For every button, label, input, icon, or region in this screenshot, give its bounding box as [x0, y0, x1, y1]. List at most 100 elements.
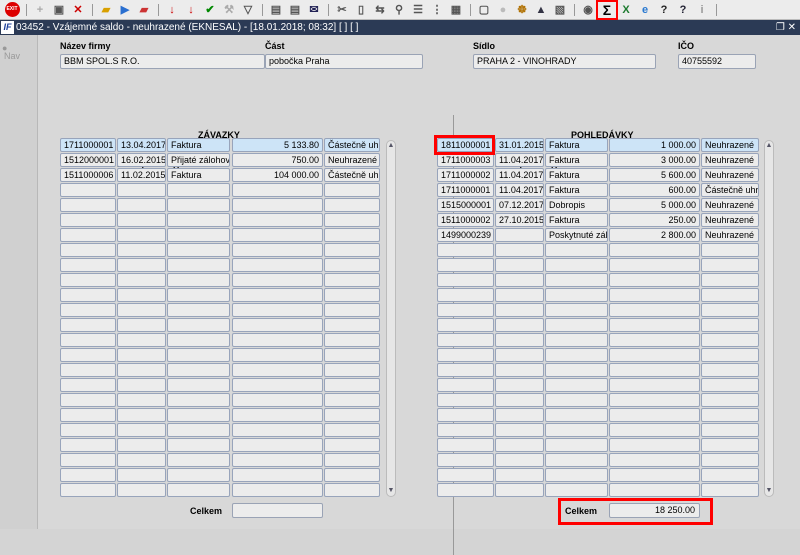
receivables-cell[interactable]: Částečně uhra: [701, 183, 759, 197]
liabilities-cell[interactable]: [232, 393, 323, 407]
liabilities-cell[interactable]: [324, 318, 380, 332]
receivables-cell[interactable]: [495, 348, 544, 362]
liabilities-cell[interactable]: [60, 453, 116, 467]
receivables-cell[interactable]: [609, 393, 700, 407]
scroll-up-icon[interactable]: ▲: [386, 140, 396, 152]
receivables-cell[interactable]: [609, 438, 700, 452]
liabilities-cell[interactable]: [117, 303, 166, 317]
receivables-cell[interactable]: [701, 348, 759, 362]
folder-delete-icon[interactable]: ▰: [135, 2, 153, 18]
liabilities-cell[interactable]: [324, 273, 380, 287]
liabilities-cell[interactable]: [117, 243, 166, 257]
receivables-cell[interactable]: [701, 378, 759, 392]
receivables-cell[interactable]: [609, 258, 700, 272]
receivables-cell[interactable]: [701, 333, 759, 347]
liabilities-cell[interactable]: [117, 468, 166, 482]
liabilities-cell[interactable]: [60, 228, 116, 242]
liabilities-cell[interactable]: [167, 228, 230, 242]
liabilities-cell[interactable]: [324, 453, 380, 467]
folder-play-icon[interactable]: ▶: [116, 2, 134, 18]
sum-icon[interactable]: Σ: [596, 0, 618, 20]
receivables-cell[interactable]: [437, 303, 494, 317]
receivables-cell[interactable]: [609, 318, 700, 332]
liabilities-cell[interactable]: Faktura: [167, 168, 230, 182]
help-icon[interactable]: ?: [655, 2, 673, 18]
liabilities-cell[interactable]: [60, 288, 116, 302]
liabilities-cell[interactable]: [232, 453, 323, 467]
receivables-cell[interactable]: [701, 438, 759, 452]
receivables-cell[interactable]: [437, 483, 494, 497]
liabilities-cell[interactable]: [167, 408, 230, 422]
liabilities-cell[interactable]: 5 133.80: [232, 138, 323, 152]
liabilities-cell[interactable]: [60, 258, 116, 272]
liabilities-cell[interactable]: Faktura: [167, 138, 230, 152]
receivables-cell[interactable]: [545, 438, 608, 452]
receivables-cell[interactable]: [609, 273, 700, 287]
liabilities-cell[interactable]: [60, 183, 116, 197]
liabilities-cell[interactable]: 104 000.00: [232, 168, 323, 182]
liabilities-cell[interactable]: [167, 213, 230, 227]
liabilities-cell[interactable]: [167, 393, 230, 407]
liabilities-cell[interactable]: [60, 198, 116, 212]
liabilities-cell[interactable]: 750.00: [232, 153, 323, 167]
liabilities-cell[interactable]: 13.04.2017: [117, 138, 166, 152]
scroll-down-icon[interactable]: ▼: [764, 485, 774, 497]
liabilities-cell[interactable]: [232, 483, 323, 497]
receivables-cell[interactable]: [701, 453, 759, 467]
liabilities-cell[interactable]: [232, 303, 323, 317]
receivables-cell[interactable]: [495, 333, 544, 347]
liabilities-cell[interactable]: [167, 423, 230, 437]
receivables-cell[interactable]: [495, 318, 544, 332]
receivables-cell[interactable]: Faktura: [545, 213, 608, 227]
receivables-cell[interactable]: [495, 438, 544, 452]
liabilities-cell[interactable]: [324, 288, 380, 302]
confirm-check-icon[interactable]: ✔: [201, 2, 219, 18]
liabilities-cell[interactable]: [117, 318, 166, 332]
receivables-cell[interactable]: [701, 303, 759, 317]
receivables-cell[interactable]: [437, 453, 494, 467]
liabilities-cell[interactable]: [117, 453, 166, 467]
receivables-cell[interactable]: [437, 468, 494, 482]
restore-icon[interactable]: ❐: [776, 22, 785, 33]
receivables-cell[interactable]: 5 600.00: [609, 168, 700, 182]
receivables-cell[interactable]: [545, 378, 608, 392]
receivables-cell[interactable]: [495, 378, 544, 392]
list-icon[interactable]: ☰: [409, 2, 427, 18]
receivables-cell[interactable]: [545, 243, 608, 257]
receivables-cell[interactable]: 07.12.2017: [495, 198, 544, 212]
liabilities-cell[interactable]: [117, 288, 166, 302]
receivables-cell[interactable]: [495, 423, 544, 437]
liabilities-cell[interactable]: [60, 303, 116, 317]
liabilities-cell[interactable]: [232, 333, 323, 347]
liabilities-cell[interactable]: [117, 438, 166, 452]
receivables-cell[interactable]: [609, 483, 700, 497]
receivables-cell[interactable]: [701, 423, 759, 437]
liabilities-cell[interactable]: [117, 348, 166, 362]
liabilities-cell[interactable]: [167, 363, 230, 377]
receivables-cell[interactable]: [545, 303, 608, 317]
filter-icon[interactable]: ▽: [239, 2, 257, 18]
receivables-cell[interactable]: Faktura: [545, 168, 608, 182]
liabilities-cell[interactable]: [167, 378, 230, 392]
add-record-icon[interactable]: +: [31, 2, 49, 18]
liabilities-cell[interactable]: [324, 438, 380, 452]
liabilities-cell[interactable]: [117, 273, 166, 287]
receivables-cell[interactable]: Neuhrazené: [701, 153, 759, 167]
receivables-cell[interactable]: [609, 468, 700, 482]
receivables-cell[interactable]: [545, 393, 608, 407]
receivables-cell[interactable]: 1499000239: [437, 228, 494, 242]
liabilities-cell[interactable]: [232, 348, 323, 362]
receivables-cell[interactable]: [545, 483, 608, 497]
receivables-cell[interactable]: [437, 258, 494, 272]
liabilities-cell[interactable]: [60, 243, 116, 257]
liabilities-cell[interactable]: [232, 183, 323, 197]
receivables-cell[interactable]: [701, 243, 759, 257]
receivables-cell[interactable]: [437, 408, 494, 422]
liabilities-cell[interactable]: 1711000001: [60, 138, 116, 152]
liabilities-cell[interactable]: [324, 393, 380, 407]
receivables-cell[interactable]: [545, 348, 608, 362]
receivables-cell[interactable]: [701, 483, 759, 497]
liabilities-cell[interactable]: [167, 348, 230, 362]
liabilities-cell[interactable]: Neuhrazené: [324, 153, 380, 167]
receivables-cell[interactable]: [437, 318, 494, 332]
